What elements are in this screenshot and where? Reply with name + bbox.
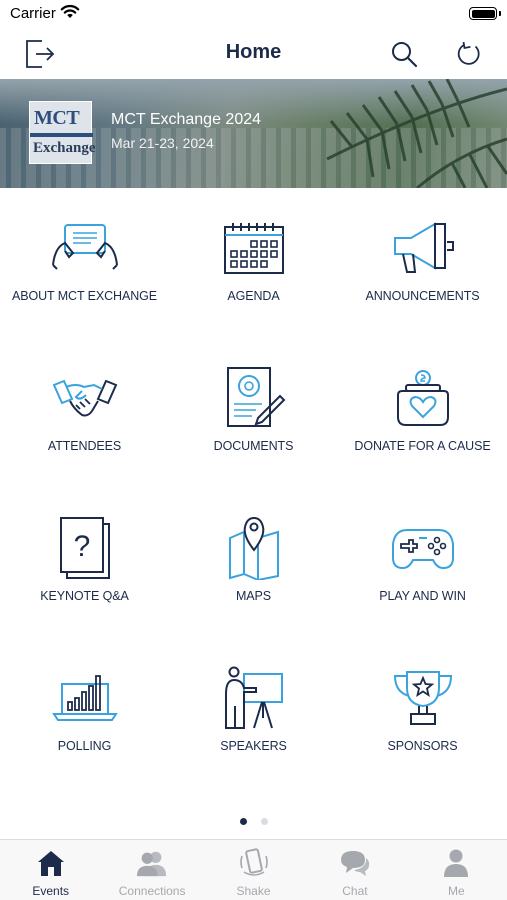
trophy-icon <box>389 666 457 730</box>
nav-bar: Home <box>0 30 507 78</box>
tile-label: PLAY AND WIN <box>379 589 466 603</box>
tile-attendees[interactable]: ATTENDEES <box>0 338 169 488</box>
tab-connections[interactable]: Connections <box>101 840 202 900</box>
tab-bar: Events Connections Shake Chat Me <box>0 839 507 900</box>
search-icon <box>392 42 418 68</box>
event-title: MCT Exchange 2024 <box>111 111 262 128</box>
map-icon <box>220 516 288 580</box>
tab-label: Me <box>447 884 465 898</box>
carrier-label: Carrier <box>10 5 56 22</box>
tab-label: Chat <box>342 884 368 898</box>
refresh-icon <box>457 41 480 65</box>
tile-play-and-win[interactable]: PLAY AND WIN <box>338 488 507 638</box>
event-date: Mar 21-23, 2024 <box>111 135 214 151</box>
tile-label: POLLING <box>57 739 112 753</box>
page-title: Home <box>225 41 282 63</box>
tile-keynote-qa[interactable]: ? KEYNOTE Q&A <box>0 488 169 638</box>
tile-label: ATTENDEES <box>47 439 122 453</box>
tab-chat[interactable]: Chat <box>304 840 405 900</box>
tile-sponsors[interactable]: SPONSORS <box>338 638 507 788</box>
tab-label: Connections <box>118 884 186 898</box>
tile-label: AGENDA <box>227 289 280 303</box>
battery-icon <box>469 7 497 20</box>
tile-announcements[interactable]: ANNOUNCEMENTS <box>338 188 507 338</box>
tile-label: DOCUMENTS <box>213 439 294 453</box>
calendar-icon <box>220 216 288 280</box>
tile-documents[interactable]: DOCUMENTS <box>169 338 338 488</box>
tab-label: Shake <box>236 884 271 898</box>
home-icon <box>35 848 67 878</box>
person-icon <box>440 848 472 878</box>
page-dot-1[interactable] <box>239 818 247 825</box>
tab-events[interactable]: Events <box>0 840 101 900</box>
logo-top-text: MCT <box>34 107 80 129</box>
search-button[interactable] <box>386 36 422 72</box>
refresh-button[interactable] <box>451 36 487 72</box>
presenter-icon <box>220 666 288 730</box>
svg-text:?: ? <box>73 530 90 563</box>
wifi-icon <box>60 4 80 24</box>
tab-label: Events <box>32 884 70 898</box>
tile-label: SPONSORS <box>387 739 458 753</box>
handshake-icon <box>51 366 119 430</box>
question-icon: ? <box>51 516 119 580</box>
tablet-hands-icon <box>51 216 119 280</box>
tile-agenda[interactable]: AGENDA <box>169 188 338 338</box>
page-indicator[interactable] <box>0 818 507 828</box>
document-icon <box>220 366 288 430</box>
tile-label: ABOUT MCT EXCHANGE <box>12 289 157 303</box>
tile-label: ANNOUNCEMENTS <box>365 289 480 303</box>
tile-label: SPEAKERS <box>220 739 287 753</box>
feature-grid: ABOUT MCT EXCHANGE AGENDA ANNOUNCEMENTS … <box>0 188 507 813</box>
tile-polling[interactable]: POLLING <box>0 638 169 788</box>
page-dot-2[interactable] <box>260 818 268 825</box>
tile-speakers[interactable]: SPEAKERS <box>169 638 338 788</box>
donation-jar-icon <box>389 366 457 430</box>
gamepad-icon <box>389 516 457 580</box>
event-banner[interactable]: MCT Exchange MCT Exchange 2024 Mar 21-23… <box>0 79 507 188</box>
megaphone-icon <box>389 216 457 280</box>
tile-donate-for-a-cause[interactable]: DONATE FOR A CAUSE <box>338 338 507 488</box>
tile-label: KEYNOTE Q&A <box>40 589 129 603</box>
tile-label: MAPS <box>235 589 272 603</box>
tab-shake[interactable]: Shake <box>203 840 304 900</box>
tab-me[interactable]: Me <box>406 840 507 900</box>
tile-maps[interactable]: MAPS <box>169 488 338 638</box>
chat-icon <box>339 848 371 878</box>
people-icon <box>136 848 168 878</box>
status-bar: Carrier <box>0 0 507 30</box>
logo-bottom-text: Exchange <box>33 140 96 156</box>
event-logo: MCT Exchange <box>29 101 96 164</box>
laptop-chart-icon <box>51 666 119 730</box>
tile-label: DONATE FOR A CAUSE <box>354 439 491 453</box>
tile-about-mct-exchange[interactable]: ABOUT MCT EXCHANGE <box>0 188 169 338</box>
shake-phone-icon <box>238 848 270 878</box>
